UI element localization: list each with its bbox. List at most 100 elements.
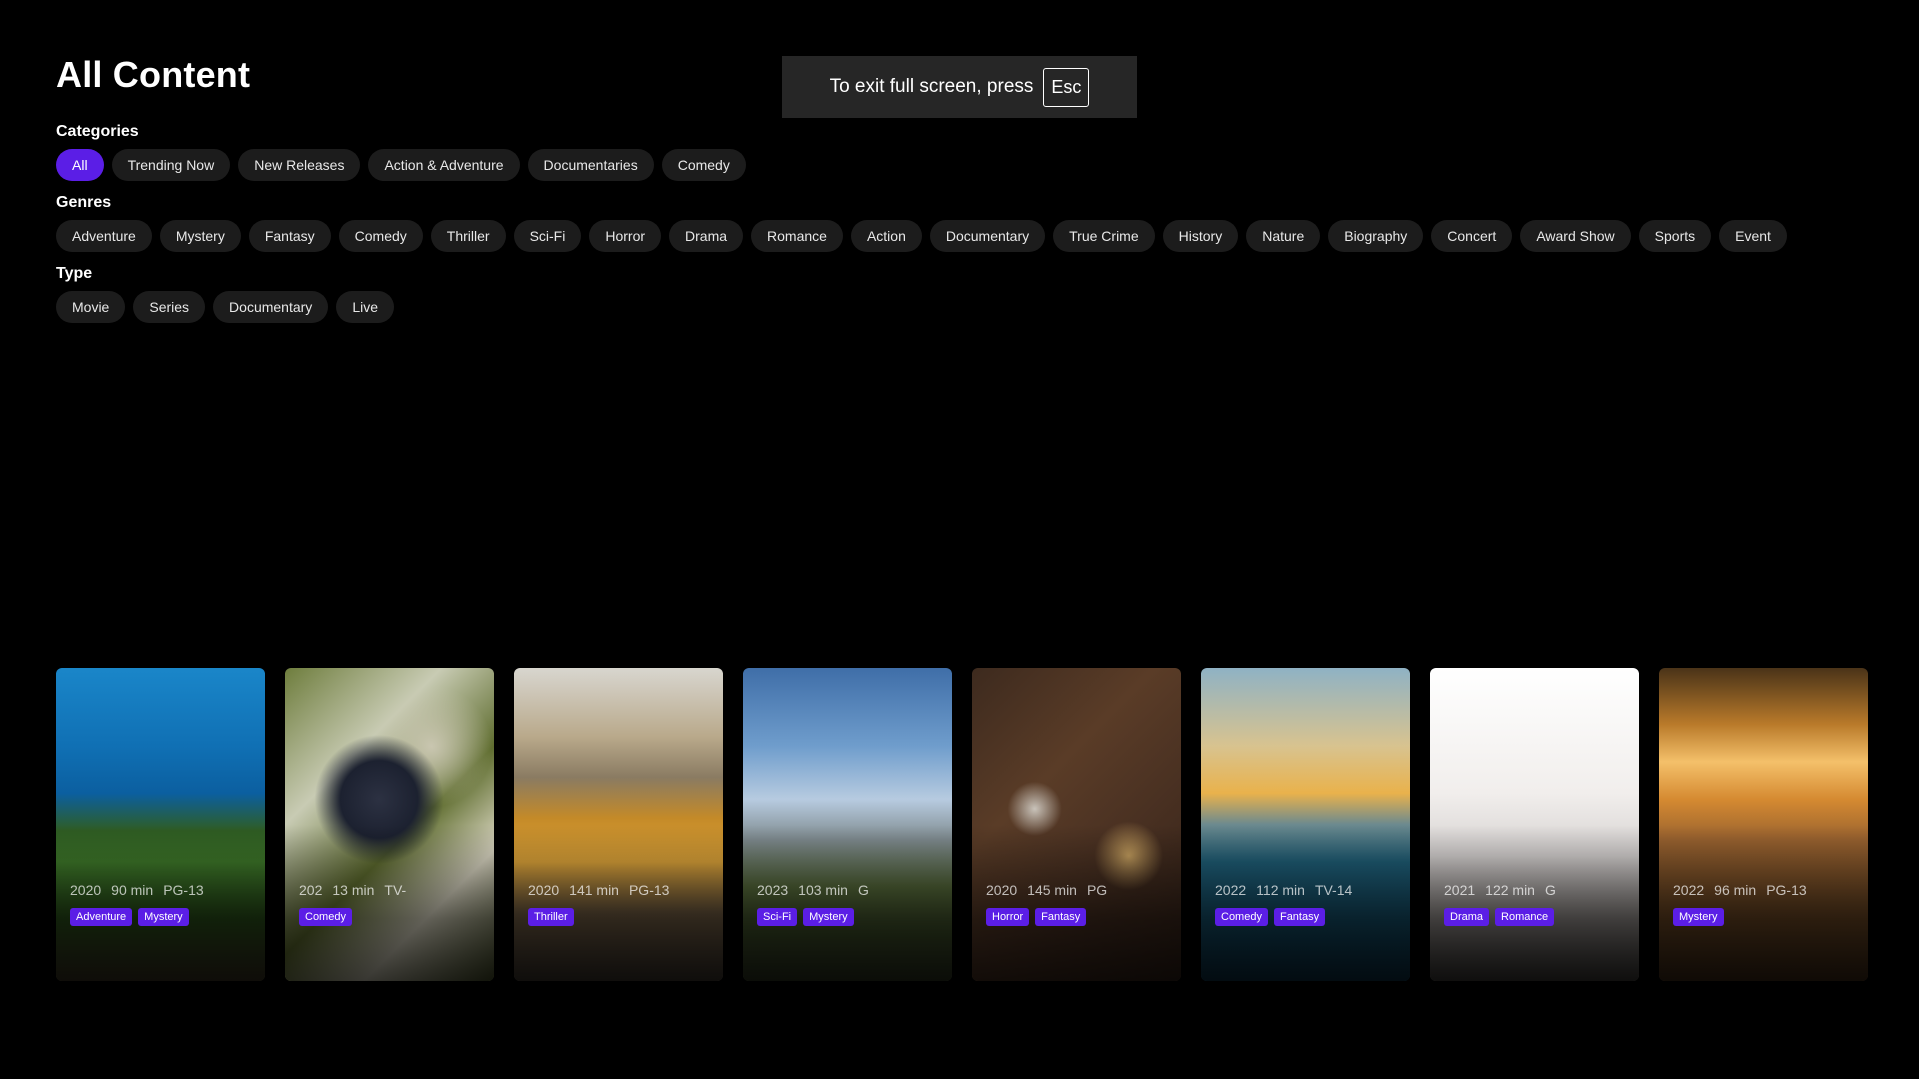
type-chip-movie[interactable]: Movie (56, 291, 126, 323)
card-year: 2021 (1444, 882, 1476, 898)
category-chip-documentaries[interactable]: Documentaries (527, 149, 654, 181)
card-meta: 2021 122 min G (1444, 882, 1566, 898)
card-rating: PG-13 (1766, 882, 1807, 898)
genre-chip-concert[interactable]: Concert (1431, 220, 1513, 252)
content-card[interactable]: 2020 90 min PG-13 Adventure Mystery (56, 668, 265, 981)
genre-chip-documentary[interactable]: Documentary (929, 220, 1046, 252)
card-duration: 122 min (1485, 882, 1535, 898)
poster-gradient-overlay (1201, 824, 1410, 981)
genre-tag: Comedy (1215, 908, 1268, 926)
category-chip-new-releases[interactable]: New Releases (238, 149, 361, 181)
card-rating: PG-13 (628, 882, 670, 898)
genre-tag: Romance (1495, 908, 1555, 926)
card-meta: 202 13 min TV- (299, 882, 416, 898)
poster-gradient-overlay (743, 824, 952, 981)
card-duration: 145 min (1027, 882, 1077, 898)
type-chip-live[interactable]: Live (336, 291, 394, 323)
category-chip-comedy[interactable]: Comedy (661, 149, 746, 181)
genre-chip-sports[interactable]: Sports (1638, 220, 1712, 252)
card-rating: TV- (384, 882, 407, 898)
type-label: Type (56, 265, 93, 282)
card-tags: Comedy Fantasy (1215, 908, 1326, 926)
page-title: All Content (56, 54, 251, 95)
category-chip-action-adventure[interactable]: Action & Adventure (368, 149, 520, 181)
category-chip-all[interactable]: All (56, 149, 104, 181)
genre-chip-fantasy[interactable]: Fantasy (248, 220, 331, 252)
card-year: 202 (299, 882, 323, 898)
card-tags: Adventure Mystery (70, 908, 189, 926)
fullscreen-exit-toast: To exit full screen, press Esc (782, 56, 1137, 118)
card-rating: TV-14 (1314, 882, 1353, 898)
card-year: 2023 (757, 882, 789, 898)
genre-tag: Mystery (1673, 908, 1724, 926)
genre-chip-sci-fi[interactable]: Sci-Fi (513, 220, 582, 252)
genre-chip-award-show[interactable]: Award Show (1520, 220, 1631, 252)
content-card[interactable]: 2023 103 min G Sci-Fi Mystery (743, 668, 952, 981)
card-rating: G (1544, 882, 1556, 898)
type-chip-row: Movie Series Documentary Live (56, 291, 394, 323)
card-tags: Sci-Fi Mystery (757, 908, 854, 926)
card-rating: PG-13 (163, 882, 204, 898)
card-meta: 2022 96 min PG-13 (1673, 882, 1817, 898)
genre-chip-adventure[interactable]: Adventure (56, 220, 152, 252)
card-tags: Mystery (1673, 908, 1724, 926)
card-year: 2022 (1673, 882, 1705, 898)
card-rating: G (857, 882, 869, 898)
content-card[interactable]: 2022 112 min TV-14 Comedy Fantasy (1201, 668, 1410, 981)
card-year: 2020 (70, 882, 102, 898)
poster-gradient-overlay (285, 824, 494, 981)
card-tags: Comedy (299, 908, 352, 926)
genres-label: Genres (56, 194, 112, 211)
genre-chip-nature[interactable]: Nature (1246, 220, 1321, 252)
content-card[interactable]: 2020 145 min PG Horror Fantasy (972, 668, 1181, 981)
card-tags: Thriller (528, 908, 574, 926)
genre-chip-biography[interactable]: Biography (1328, 220, 1424, 252)
categories-chip-row: All Trending Now New Releases Action & Adve… (56, 149, 746, 181)
card-duration: 13 min (332, 882, 375, 898)
card-meta: 2020 141 min PG-13 (528, 882, 679, 898)
genre-tag: Sci-Fi (757, 908, 798, 926)
poster-gradient-overlay (1659, 824, 1868, 981)
type-chip-series[interactable]: Series (133, 291, 206, 323)
card-tags: Drama Romance (1444, 908, 1555, 926)
card-meta: 2020 145 min PG (986, 882, 1117, 898)
genre-tag: Fantasy (1273, 908, 1326, 926)
card-duration: 96 min (1714, 882, 1757, 898)
genre-tag: Thriller (528, 908, 574, 926)
card-duration: 103 min (798, 882, 848, 898)
content-card[interactable]: 2022 96 min PG-13 Mystery (1659, 668, 1868, 981)
poster-gradient-overlay (514, 824, 723, 981)
type-chip-documentary[interactable]: Documentary (213, 291, 329, 323)
genre-chip-mystery[interactable]: Mystery (159, 220, 241, 252)
genre-chip-history[interactable]: History (1162, 220, 1239, 252)
content-card[interactable]: 2020 141 min PG-13 Thriller (514, 668, 723, 981)
genre-tag: Mystery (803, 908, 854, 926)
genre-tag: Drama (1444, 908, 1490, 926)
genre-chip-drama[interactable]: Drama (669, 220, 744, 252)
card-year: 2020 (986, 882, 1018, 898)
genre-chip-action[interactable]: Action (850, 220, 922, 252)
card-year: 2022 (1215, 882, 1247, 898)
card-meta: 2020 90 min PG-13 (70, 882, 214, 898)
toast-text: To exit full screen, press (829, 76, 1034, 97)
genre-tag: Adventure (70, 908, 133, 926)
genre-tag: Horror (986, 908, 1030, 926)
card-year: 2020 (528, 882, 560, 898)
genre-chip-thriller[interactable]: Thriller (430, 220, 506, 252)
genre-chip-comedy[interactable]: Comedy (338, 220, 423, 252)
card-meta: 2022 112 min TV-14 (1215, 882, 1362, 898)
genre-chip-horror[interactable]: Horror (589, 220, 662, 252)
poster-gradient-overlay (56, 824, 265, 981)
content-card[interactable]: 202 13 min TV- Comedy (285, 668, 494, 981)
content-card[interactable]: 2021 122 min G Drama Romance (1430, 668, 1639, 981)
card-duration: 141 min (569, 882, 619, 898)
genre-tag: Fantasy (1035, 908, 1087, 926)
genre-chip-event[interactable]: Event (1719, 220, 1787, 252)
genre-chip-romance[interactable]: Romance (751, 220, 843, 252)
poster-gradient-overlay (1430, 824, 1639, 981)
genre-chip-true-crime[interactable]: True Crime (1053, 220, 1155, 252)
card-duration: 90 min (111, 882, 154, 898)
content-card-row: 2020 90 min PG-13 Adventure Mystery 202 13 min… (56, 668, 1868, 981)
card-duration: 112 min (1256, 882, 1305, 898)
category-chip-trending-now[interactable]: Trending Now (111, 149, 231, 181)
